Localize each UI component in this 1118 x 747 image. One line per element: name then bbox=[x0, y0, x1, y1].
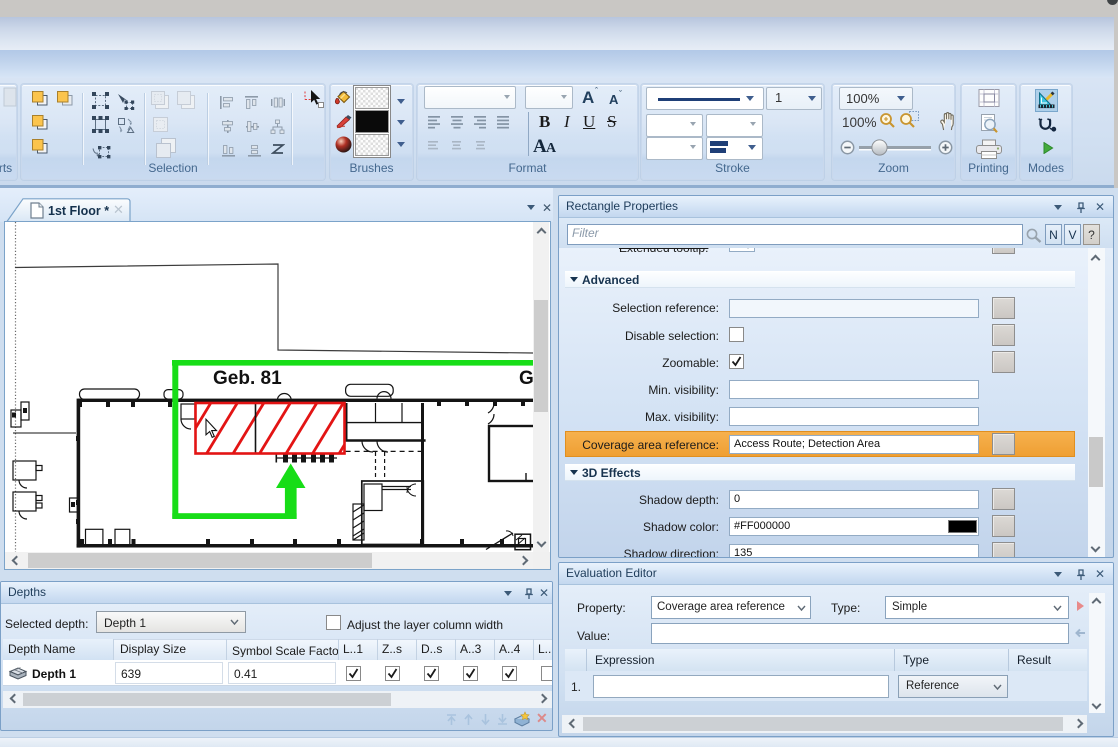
svg-text:Geb. 81: Geb. 81 bbox=[213, 368, 282, 389]
svg-text:G: G bbox=[519, 368, 533, 389]
